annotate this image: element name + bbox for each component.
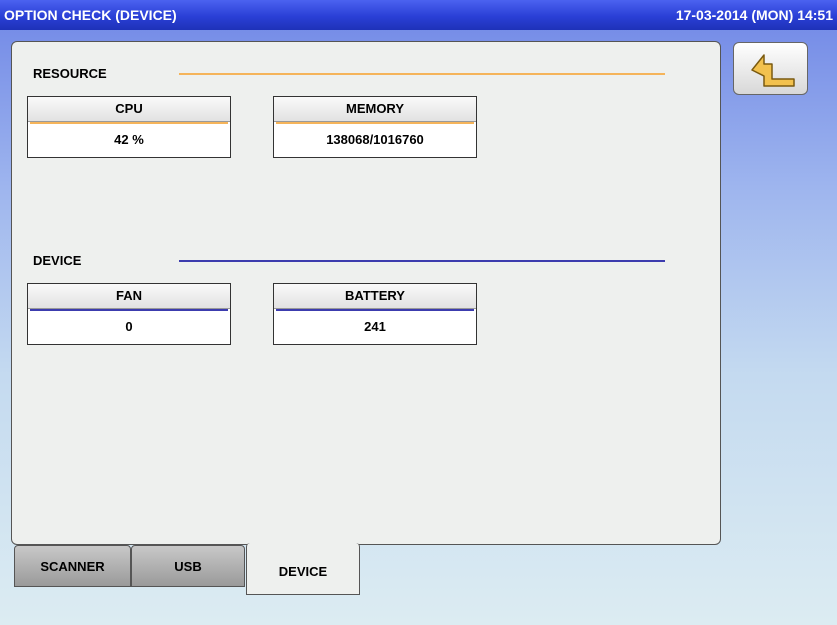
battery-value: 241 (364, 319, 386, 334)
device-section-label: DEVICE (33, 253, 82, 268)
device-divider (179, 260, 665, 262)
memory-value: 138068/1016760 (326, 132, 424, 147)
date-time: 17-03-2014 (MON) 14:51 (675, 7, 833, 23)
back-button[interactable] (733, 42, 808, 95)
cpu-value: 42 % (114, 132, 144, 147)
cpu-box: CPU 42 % (27, 96, 231, 158)
tab-usb[interactable]: USB (131, 545, 245, 587)
content-panel: RESOURCE CPU 42 % MEMORY 138068/1016760 … (11, 41, 721, 545)
return-arrow-icon (751, 54, 795, 87)
fan-label: FAN (28, 284, 230, 309)
tab-scanner[interactable]: SCANNER (14, 545, 131, 587)
memory-label: MEMORY (274, 97, 476, 122)
battery-box: BATTERY 241 (273, 283, 477, 345)
resource-section-label: RESOURCE (33, 66, 107, 81)
title-bar: OPTION CHECK (DEVICE) 17-03-2014 (MON) 1… (0, 0, 837, 30)
fan-value: 0 (125, 319, 133, 334)
resource-divider (179, 73, 665, 75)
fan-box: FAN 0 (27, 283, 231, 345)
window-title: OPTION CHECK (DEVICE) (4, 7, 177, 23)
cpu-label: CPU (28, 97, 230, 122)
memory-box: MEMORY 138068/1016760 (273, 96, 477, 158)
battery-label: BATTERY (274, 284, 476, 309)
tab-device[interactable]: DEVICE (246, 543, 360, 595)
